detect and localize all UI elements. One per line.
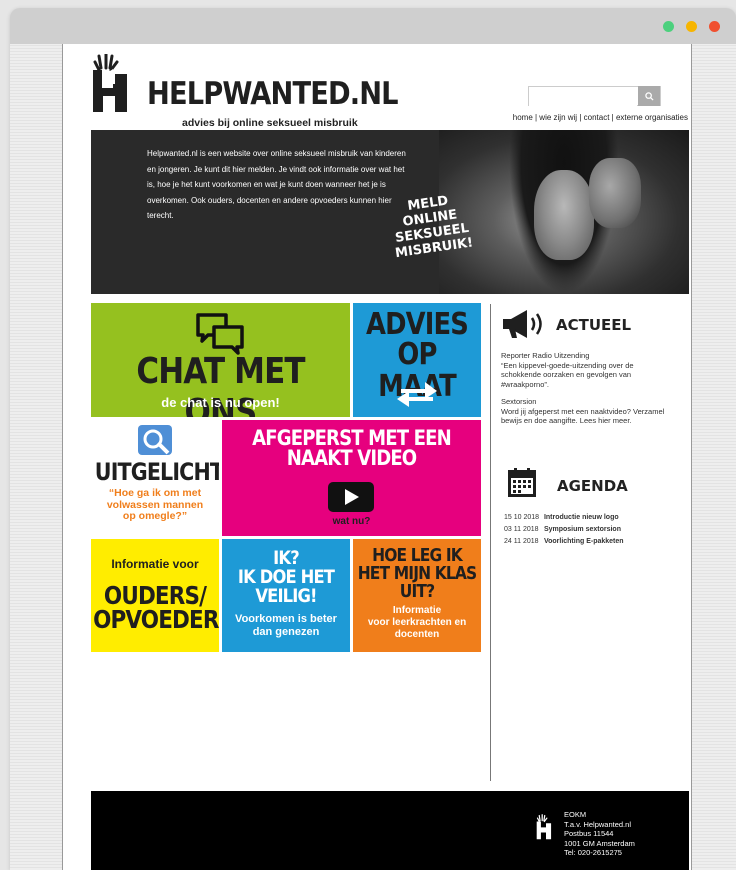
safety-tile[interactable]: IK? IK DOE HET VEILIG! Voorkomen is bete… bbox=[222, 539, 350, 652]
news-item-text: “Een kippevel-goede-uitzending over de s… bbox=[501, 360, 634, 389]
search-icon bbox=[644, 91, 654, 101]
news-item[interactable]: Sextorsion Word jij afgeperst met een na… bbox=[501, 397, 671, 426]
window-dot-yellow[interactable] bbox=[686, 21, 697, 32]
news-item-title: Sextorsion bbox=[501, 397, 537, 406]
nav-external-organizations[interactable]: externe organisaties bbox=[616, 113, 688, 122]
chat-bubbles-icon bbox=[196, 313, 244, 355]
news-list: Reporter Radio Uitzending “Een kippevel-… bbox=[501, 351, 671, 434]
agenda-date: 15 10 2018 bbox=[504, 514, 540, 521]
site-title: HELPWANTED.NL bbox=[147, 76, 399, 112]
advice-tile[interactable]: ADVIES OP MAAT bbox=[353, 303, 481, 417]
site-logo[interactable]: HELPWANTED.NL advies bij online seksueel… bbox=[89, 52, 399, 130]
agenda-item[interactable]: 15 10 2018 Introductie nieuw logo bbox=[504, 514, 624, 526]
hero-photo-face bbox=[534, 170, 594, 260]
megaphone-icon bbox=[503, 310, 542, 338]
agenda-date: 24 11 2018 bbox=[504, 538, 539, 545]
browser-window: HELPWANTED.NL advies bij online seksueel… bbox=[10, 8, 736, 870]
agenda-header: AGENDA bbox=[507, 468, 677, 502]
featured-title: UITGELICHT bbox=[94, 458, 219, 486]
footer-address: EOKM T.a.v. Helpwanted.nl Postbus 11544 … bbox=[564, 810, 635, 858]
page-content: HELPWANTED.NL advies bij online seksueel… bbox=[62, 44, 692, 870]
classroom-tile[interactable]: HOE LEG IK HET MIJN KLAS UIT? Informatie… bbox=[353, 539, 481, 652]
footer-hand-logo-icon bbox=[536, 814, 552, 840]
nav-home[interactable]: home bbox=[513, 113, 533, 122]
agenda-item[interactable]: 24 11 2018 Voorlichting E-pakketen bbox=[504, 538, 624, 550]
hero-photo-hand bbox=[589, 158, 641, 228]
calendar-icon bbox=[508, 468, 536, 497]
play-icon bbox=[345, 489, 359, 505]
classroom-line-3: UIT? bbox=[399, 581, 435, 602]
featured-logo-icon bbox=[138, 425, 172, 455]
hero-banner[interactable]: Helpwanted.nl is een website over online… bbox=[91, 130, 689, 294]
footer-attn: T.a.v. Helpwanted.nl bbox=[564, 819, 631, 829]
blackmail-sub: wat nu? bbox=[332, 516, 371, 527]
agenda-item[interactable]: 03 11 2018 Symposium sextorsion bbox=[504, 526, 624, 538]
parents-pre: Informatie voor bbox=[111, 557, 199, 571]
agenda-list: 15 10 2018 Introductie nieuw logo 03 11 … bbox=[504, 514, 624, 550]
news-heading: ACTUEEL bbox=[556, 316, 632, 334]
window-dot-green[interactable] bbox=[663, 21, 674, 32]
play-button[interactable] bbox=[328, 482, 374, 512]
top-navigation: home | wie zijn wij | contact | externe … bbox=[513, 113, 688, 122]
news-item-title: Reporter Radio Uitzending bbox=[501, 351, 590, 360]
page-background: HELPWANTED.NL advies bij online seksueel… bbox=[10, 44, 736, 870]
chat-tile[interactable]: CHAT MET ONS de chat is nu open! bbox=[91, 303, 350, 417]
search-input[interactable] bbox=[529, 88, 637, 107]
footer-pobox: Postbus 11544 bbox=[564, 829, 614, 838]
footer: EOKM T.a.v. Helpwanted.nl Postbus 11544 … bbox=[91, 791, 689, 870]
parents-line-2: OPVOEDERS bbox=[93, 605, 219, 634]
window-controls bbox=[663, 21, 720, 32]
news-item[interactable]: Reporter Radio Uitzending “Een kippevel-… bbox=[501, 351, 671, 389]
classroom-sub-2: voor leerkrachten en docenten bbox=[367, 617, 467, 640]
nav-contact[interactable]: contact bbox=[584, 113, 610, 122]
agenda-title: Symposium sextorsion bbox=[543, 526, 621, 533]
search-button[interactable] bbox=[638, 86, 660, 106]
footer-org: EOKM bbox=[564, 810, 587, 819]
footer-city: 1001 GM Amsterdam bbox=[564, 838, 635, 848]
parents-tile[interactable]: Informatie voor OUDERS/ OPVOEDERS bbox=[91, 539, 219, 652]
news-header: ACTUEEL bbox=[501, 306, 681, 342]
agenda-date: 03 11 2018 bbox=[504, 526, 539, 533]
window-dot-red[interactable] bbox=[709, 21, 720, 32]
classroom-sub-1: Informatie bbox=[392, 605, 442, 616]
agenda-heading: AGENDA bbox=[557, 477, 628, 495]
featured-quote: “Hoe ga ik om met volwassen mannen op om… bbox=[106, 487, 204, 522]
safety-line-3: VEILIG! bbox=[255, 585, 317, 607]
sidebar-divider bbox=[490, 304, 491, 781]
blackmail-line-2: NAAKT VIDEO bbox=[286, 446, 417, 470]
blackmail-video-tile[interactable]: AFGEPERST MET EEN NAAKT VIDEO wat nu? bbox=[222, 420, 481, 536]
agenda-title: Voorlichting E-pakketen bbox=[543, 538, 624, 545]
exchange-arrows-icon bbox=[397, 382, 437, 407]
safety-sub: Voorkomen is beter dan genezen bbox=[235, 613, 337, 638]
search-box bbox=[528, 86, 661, 107]
featured-tile[interactable]: UITGELICHT “Hoe ga ik om met volwassen m… bbox=[91, 420, 219, 536]
hand-logo-icon bbox=[93, 54, 127, 112]
chat-status: de chat is nu open! bbox=[161, 395, 280, 410]
agenda-title: Introductie nieuw logo bbox=[543, 514, 619, 521]
site-tagline: advies bij online seksueel misbruik bbox=[182, 117, 358, 129]
footer-phone: Tel: 020-2615275 bbox=[564, 848, 622, 857]
nav-about[interactable]: wie zijn wij bbox=[539, 113, 577, 122]
news-item-text: Word jij afgeperst met een naaktvideo? V… bbox=[501, 406, 665, 426]
